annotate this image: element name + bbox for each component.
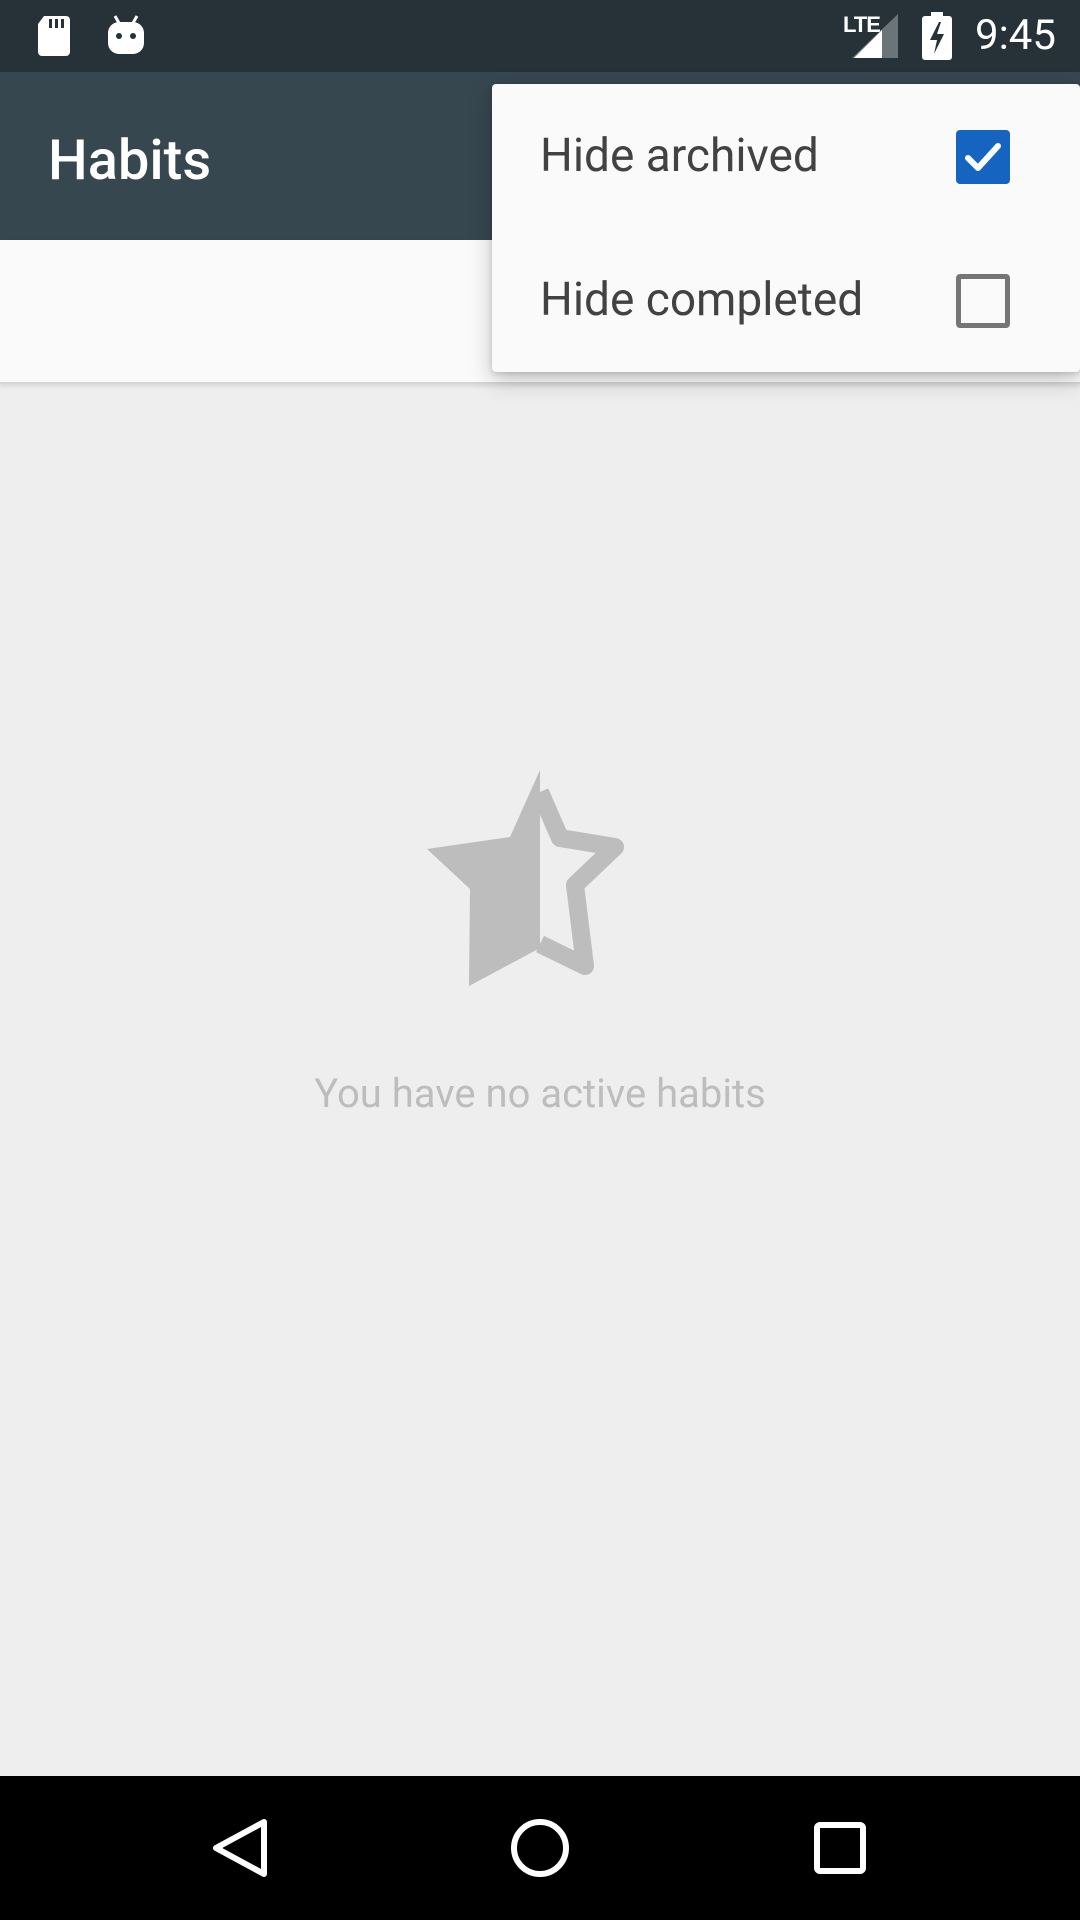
hide-archived-checkbox[interactable]: [956, 130, 1010, 184]
navigation-bar: [0, 1776, 1080, 1920]
sd-card-icon: [36, 14, 72, 62]
menu-item-hide-completed[interactable]: Hide completed: [492, 228, 1080, 372]
signal-icon: [852, 14, 898, 62]
empty-state: You have no active habits: [0, 770, 1080, 1118]
menu-item-hide-archived[interactable]: Hide archived: [492, 84, 1080, 228]
menu-item-label: Hide completed: [540, 273, 864, 327]
checkmark-icon: [965, 143, 1001, 171]
home-icon[interactable]: [504, 1812, 576, 1884]
back-icon[interactable]: [204, 1812, 276, 1884]
page-title: Habits: [48, 127, 212, 193]
android-debug-icon: [106, 14, 146, 60]
menu-item-label: Hide archived: [540, 129, 819, 183]
hide-completed-checkbox[interactable]: [956, 274, 1010, 328]
overflow-menu: Hide archived Hide completed: [492, 84, 1080, 372]
clock: 9:45: [975, 11, 1056, 60]
status-bar: LTE 9:45: [0, 0, 1080, 72]
half-star-icon: [427, 770, 624, 986]
empty-state-message: You have no active habits: [314, 1070, 766, 1117]
recents-icon[interactable]: [804, 1812, 876, 1884]
battery-charging-icon: [922, 12, 952, 64]
